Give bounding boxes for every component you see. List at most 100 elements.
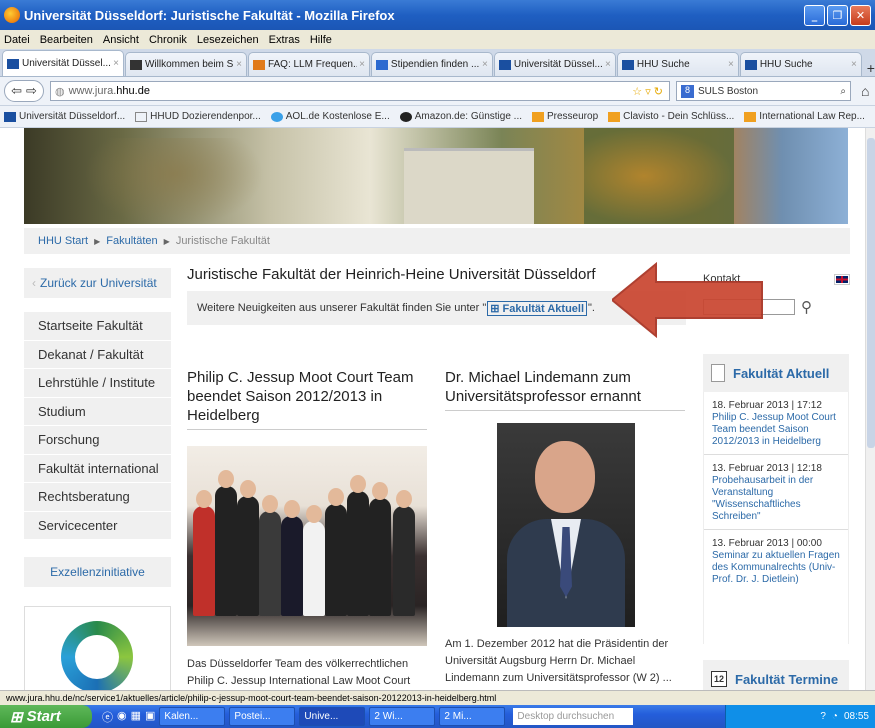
tab-label: HHU Suche (636, 59, 690, 70)
bookmark-label: Clavisto - Dein Schlüss... (623, 111, 735, 122)
tab-hhu-suche-1[interactable]: HHU Suche × (616, 52, 739, 76)
back-forward-buttons[interactable]: ⇦ ⇨ (4, 80, 44, 102)
tray-network-icon[interactable]: ◔ (832, 711, 838, 722)
nav-item-startseite[interactable]: Startseite Fakultät (24, 312, 171, 341)
firefox-quick-icon[interactable]: ◉ (117, 709, 127, 725)
search-bar[interactable]: 8 SULS Boston ⌕ (676, 81, 851, 101)
task-universitaet[interactable]: Unive... (299, 707, 366, 726)
bookmark-item[interactable]: Presseurop (532, 111, 598, 122)
search-icon[interactable]: ⚲ (801, 298, 812, 316)
vertical-scrollbar[interactable] (865, 128, 875, 690)
excellence-logo[interactable] (24, 606, 171, 690)
bookmark-item[interactable]: Clavisto - Dein Schlüss... (608, 111, 734, 122)
news-link[interactable]: Philip C. Jessup Moot Court Team beendet… (712, 412, 840, 448)
bookmark-item[interactable]: AOL.de Kostenlose E... (270, 111, 390, 122)
bookmark-star-icon[interactable]: ☆ ▿ ↻ (632, 85, 663, 98)
close-button[interactable]: ✕ (850, 5, 871, 26)
menu-chronik[interactable]: Chronik (149, 34, 187, 46)
outlook-quick-icon[interactable]: ▣ (145, 709, 155, 725)
tab-close-icon[interactable]: × (851, 59, 857, 70)
bookmark-item[interactable]: International Law Rep... (744, 111, 865, 122)
magnifier-icon[interactable]: ⌕ (840, 86, 846, 97)
tab-close-icon[interactable]: × (236, 59, 242, 70)
excellence-initiative-link[interactable]: Exzellenzinitiative (24, 557, 171, 587)
menubar: Datei Bearbeiten Ansicht Chronik Lesezei… (0, 30, 875, 49)
news-date: 13. Februar 2013 | 12:18 (712, 463, 822, 474)
task-posteingang[interactable]: Postei... (229, 707, 296, 726)
bookmark-item[interactable]: Amazon.de: Günstige ... (399, 111, 522, 122)
new-tab-icon[interactable]: + (867, 60, 875, 76)
tab-close-icon[interactable]: × (482, 59, 488, 70)
tab-close-icon[interactable]: × (728, 59, 734, 70)
back-to-university-link[interactable]: ‹ Zurück zur Universität (24, 268, 171, 298)
nav-item-international[interactable]: Fakultät international (24, 454, 171, 483)
tab-willkommen[interactable]: Willkommen beim S... × (124, 52, 247, 76)
tab-universitaet-2[interactable]: Universität Düssel... × (493, 52, 616, 76)
panel-header[interactable]: Fakultät Aktuell (703, 354, 849, 392)
system-tray: ? ◔ 08:55 (725, 705, 875, 728)
article-title[interactable]: Dr. Michael Lindemann zum Universitätspr… (445, 368, 685, 411)
menu-ansicht[interactable]: Ansicht (103, 34, 139, 46)
left-navigation: ‹ Zurück zur Universität Startseite Fakul… (24, 268, 171, 690)
task-windows-explorer[interactable]: 2 Wi... (369, 707, 436, 726)
nav-item-forschung[interactable]: Forschung (24, 426, 171, 455)
article-title[interactable]: Philip C. Jessup Moot Court Team beendet… (187, 368, 427, 430)
forward-arrow-icon[interactable]: ⇨ (26, 83, 37, 99)
search-engine-icon[interactable]: 8 (681, 84, 694, 98)
scrollbar-thumb[interactable] (867, 138, 875, 448)
news-link[interactable]: Probehausarbeit in der Veranstaltung "Wi… (712, 475, 840, 523)
tab-label: Willkommen beim S... (144, 59, 235, 70)
tab-universitaet-1[interactable]: Universität Düssel... × (2, 50, 124, 76)
panel-header[interactable]: 12 Fakultät Termine (703, 660, 849, 690)
nav-item-servicecenter[interactable]: Servicecenter (24, 511, 171, 540)
nav-item-dekanat[interactable]: Dekanat / Fakultät (24, 340, 171, 369)
back-arrow-icon[interactable]: ⇦ (11, 83, 22, 99)
breadcrumb-home[interactable]: HHU Start (38, 235, 88, 247)
menu-datei[interactable]: Datei (4, 34, 30, 46)
desktop-search-input[interactable]: Desktop durchsuchen (513, 708, 634, 725)
clock[interactable]: 08:55 (844, 711, 869, 722)
tab-hhu-suche-2[interactable]: HHU Suche × (739, 52, 862, 76)
red-arrow-annotation (612, 262, 763, 338)
tab-close-icon[interactable]: × (359, 59, 365, 70)
ie-icon[interactable]: ⓔ (102, 709, 113, 725)
minimize-button[interactable]: _ (804, 5, 825, 26)
tab-faq[interactable]: FAQ: LLM Frequen... × (247, 52, 370, 76)
news-item[interactable]: 13. Februar 2013 | 00:00 Seminar zu aktue… (704, 529, 848, 586)
hhu-favicon-icon (498, 59, 511, 70)
article-lindemann: Dr. Michael Lindemann zum Universitätspr… (445, 368, 685, 690)
breadcrumb-current: Juristische Fakultät (175, 235, 270, 247)
maximize-button[interactable]: ❐ (827, 5, 848, 26)
nav-item-lehrstuehle[interactable]: Lehrstühle / Institute (24, 369, 171, 398)
start-button[interactable]: ⊞ Start (0, 705, 92, 728)
calendar-quick-icon[interactable]: ▦ (131, 709, 141, 725)
nav-item-rechtsberatung[interactable]: Rechtsberatung (24, 483, 171, 512)
menu-lesezeichen[interactable]: Lesezeichen (197, 34, 259, 46)
tray-help-icon[interactable]: ? (820, 711, 826, 722)
portrait-photo[interactable] (497, 423, 635, 627)
url-domain: hhu.de (116, 85, 150, 97)
tab-stipendien[interactable]: Stipendien finden ... × (370, 52, 493, 76)
news-item[interactable]: 13. Februar 2013 | 12:18 Probehausarbeit … (704, 454, 848, 523)
menu-extras[interactable]: Extras (269, 34, 300, 46)
news-link[interactable]: Seminar zu aktuellen Fragen des Kommunal… (712, 550, 840, 586)
url-bar[interactable]: ◍ www.jura. hhu.de ☆ ▿ ↻ (50, 81, 670, 101)
breadcrumb-fakultaeten[interactable]: Fakultäten (106, 235, 157, 247)
nav-item-studium[interactable]: Studium (24, 397, 171, 426)
breadcrumb-separator-icon: ▶ (163, 236, 170, 246)
fakultaet-aktuell-link[interactable]: ⊞ Fakultät Aktuell (487, 300, 588, 316)
bookmark-item[interactable]: HHUD Dozierendenpor... (135, 111, 261, 122)
article-text: Das Düsseldorfer Team des völkerrechtlic… (187, 658, 411, 687)
task-kalender[interactable]: Kalen... (159, 707, 226, 726)
tab-close-icon[interactable]: × (605, 59, 611, 70)
menu-hilfe[interactable]: Hilfe (310, 34, 332, 46)
aol-icon (270, 111, 283, 122)
menu-bearbeiten[interactable]: Bearbeiten (40, 34, 93, 46)
bookmark-item[interactable]: Universität Düsseldorf... (4, 111, 125, 122)
home-icon[interactable]: ⌂ (861, 83, 869, 99)
task-microsoft[interactable]: 2 Mi... (439, 707, 506, 726)
english-flag-icon[interactable] (834, 273, 850, 285)
news-item[interactable]: 18. Februar 2013 | 17:12 Philip C. Jessup… (704, 392, 848, 448)
tab-close-icon[interactable]: × (113, 58, 119, 69)
team-photo[interactable] (187, 446, 427, 646)
